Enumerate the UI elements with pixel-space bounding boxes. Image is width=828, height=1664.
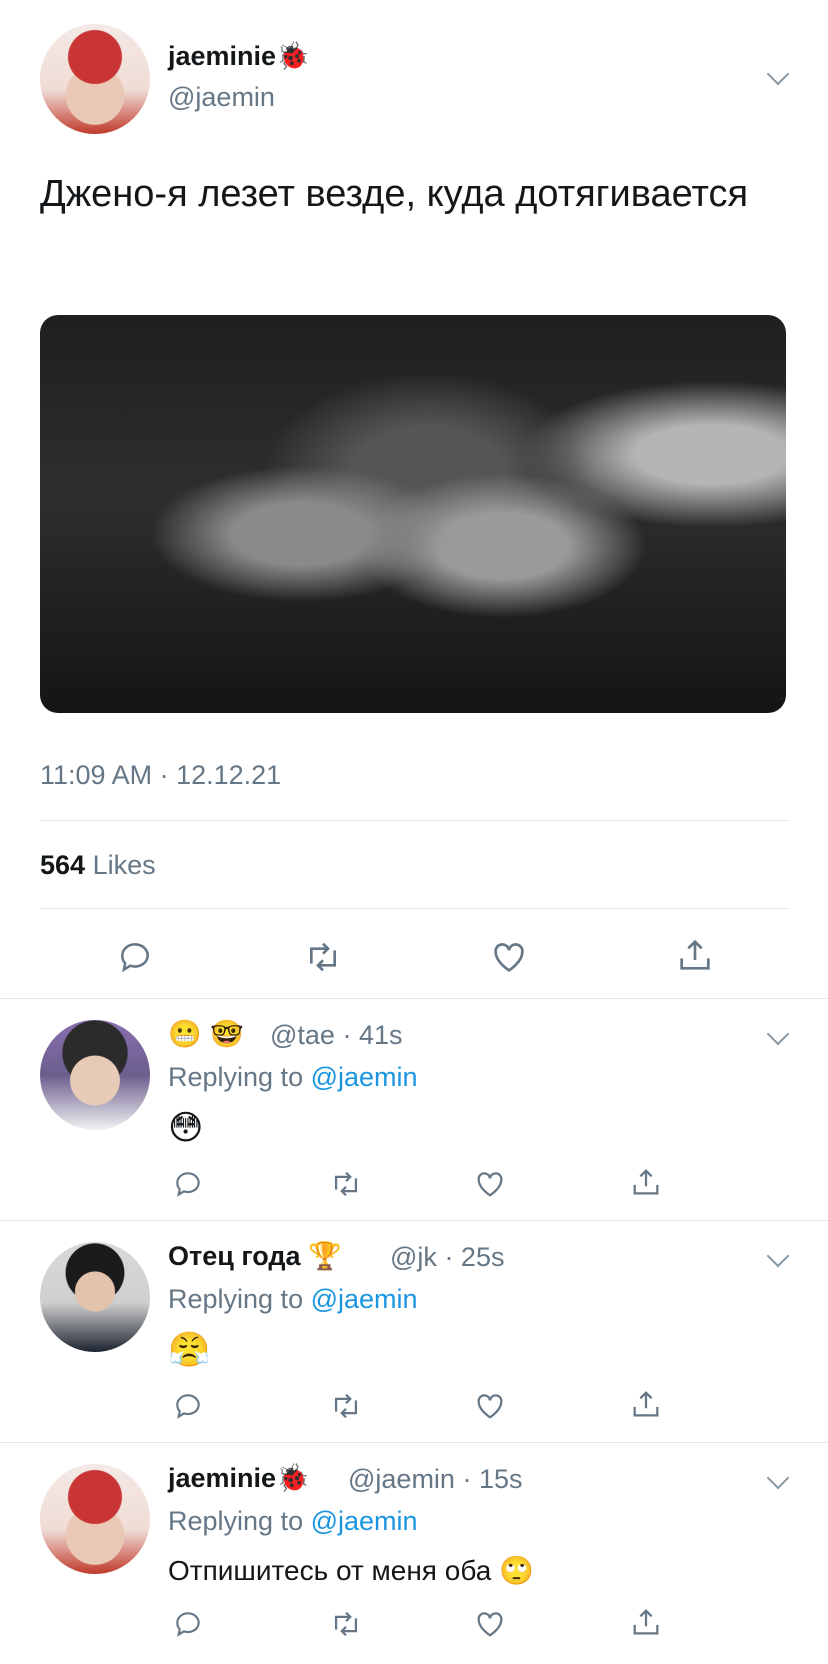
tweet-timestamp: 11:09 AM · 12.12.21: [40, 760, 282, 790]
like-button[interactable]: [470, 1164, 510, 1204]
reply-icon: [176, 1172, 200, 1197]
chevron-down-icon[interactable]: [766, 1244, 790, 1268]
divider: [40, 820, 788, 821]
reply-button[interactable]: [112, 934, 158, 980]
reply-handle-text: @jaemin: [348, 1464, 455, 1494]
reply-handle-text: @tae: [270, 1020, 335, 1050]
replying-to: Replying to @jaemin: [168, 1062, 418, 1093]
likes-label: Likes: [92, 850, 156, 880]
reply-icon: [176, 1394, 200, 1419]
replying-label: Replying to: [168, 1062, 304, 1092]
like-button[interactable]: [470, 1386, 510, 1426]
reply-text: 😤: [168, 1330, 211, 1370]
reply-avatar[interactable]: [40, 1464, 150, 1574]
reply-time: · 15s: [462, 1464, 523, 1494]
reply-time: · 25s: [444, 1242, 505, 1272]
reply-author-name[interactable]: jaeminie🐞: [168, 1462, 310, 1494]
heart-icon: [477, 1394, 503, 1419]
share-icon: [633, 1391, 659, 1417]
trophy-emoji: 🏆: [308, 1241, 342, 1272]
replying-handle-link[interactable]: @jaemin: [311, 1284, 418, 1314]
divider: [0, 1442, 828, 1443]
reply-time: · 41s: [342, 1020, 403, 1050]
reply-avatar[interactable]: [40, 1242, 150, 1352]
reply-handle[interactable]: @tae · 41s: [270, 1020, 403, 1051]
author-handle[interactable]: @jaemin: [168, 82, 275, 113]
ladybug-emoji: 🐞: [276, 41, 310, 72]
likes-count: 564: [40, 850, 86, 880]
heart-icon: [477, 1612, 503, 1637]
heart-icon: [477, 1172, 503, 1197]
retweet-icon: [334, 1171, 358, 1197]
retweet-button[interactable]: [326, 1604, 366, 1644]
reply-text: 😳: [168, 1108, 204, 1148]
like-button[interactable]: [486, 934, 532, 980]
reply-button[interactable]: [168, 1164, 208, 1204]
share-button[interactable]: [672, 932, 718, 978]
share-icon: [633, 1169, 659, 1195]
replying-label: Replying to: [168, 1284, 304, 1314]
share-button[interactable]: [626, 1602, 666, 1642]
tweet-photo[interactable]: [40, 315, 786, 713]
replying-handle-link[interactable]: @jaemin: [311, 1506, 418, 1536]
reply-button[interactable]: [168, 1604, 208, 1644]
reply-icon: [121, 943, 149, 973]
author-name-text: jaeminie: [168, 41, 277, 71]
name-emojis: 😬 🤓: [168, 1019, 244, 1050]
retweet-icon: [334, 1611, 358, 1637]
divider: [40, 908, 788, 909]
replying-to: Replying to @jaemin: [168, 1506, 418, 1537]
likes-stat[interactable]: 564 Likes: [40, 850, 156, 881]
reply-author-name-text: jaeminie: [168, 1463, 277, 1493]
divider: [0, 1220, 828, 1221]
retweet-button[interactable]: [326, 1164, 366, 1204]
share-button[interactable]: [626, 1162, 666, 1202]
tweet-text: Джено-я лезет везде, куда дотягивается: [40, 173, 749, 215]
retweet-button[interactable]: [326, 1386, 366, 1426]
heart-icon: [494, 943, 524, 972]
reply-avatar[interactable]: [40, 1020, 150, 1130]
retweet-button[interactable]: [300, 934, 346, 980]
author-avatar[interactable]: [40, 24, 150, 134]
share-icon: [680, 939, 710, 970]
reply-author-name[interactable]: 😬 🤓: [168, 1018, 244, 1050]
reply-text: Отпишитесь от меня оба 🙄: [168, 1555, 534, 1586]
reply-handle-text: @jk: [390, 1242, 437, 1272]
author-name[interactable]: jaeminie🐞: [168, 40, 310, 72]
ladybug-emoji: 🐞: [276, 1463, 310, 1494]
chevron-down-icon[interactable]: [766, 1022, 790, 1046]
chevron-down-icon[interactable]: [766, 62, 790, 86]
retweet-icon: [310, 942, 336, 972]
like-button[interactable]: [470, 1604, 510, 1644]
reply-button[interactable]: [168, 1386, 208, 1426]
chevron-down-icon[interactable]: [766, 1466, 790, 1490]
replying-handle-link[interactable]: @jaemin: [311, 1062, 418, 1092]
retweet-icon: [334, 1393, 358, 1419]
reply-handle[interactable]: @jk · 25s: [390, 1242, 504, 1273]
share-button[interactable]: [626, 1384, 666, 1424]
replying-to: Replying to @jaemin: [168, 1284, 418, 1315]
reply-handle[interactable]: @jaemin · 15s: [348, 1464, 523, 1495]
replying-label: Replying to: [168, 1506, 304, 1536]
reply-author-name-text: Отец года: [168, 1241, 301, 1271]
reply-author-name[interactable]: Отец года 🏆: [168, 1240, 342, 1272]
reply-icon: [176, 1612, 200, 1637]
divider: [0, 998, 828, 999]
share-icon: [633, 1609, 659, 1635]
